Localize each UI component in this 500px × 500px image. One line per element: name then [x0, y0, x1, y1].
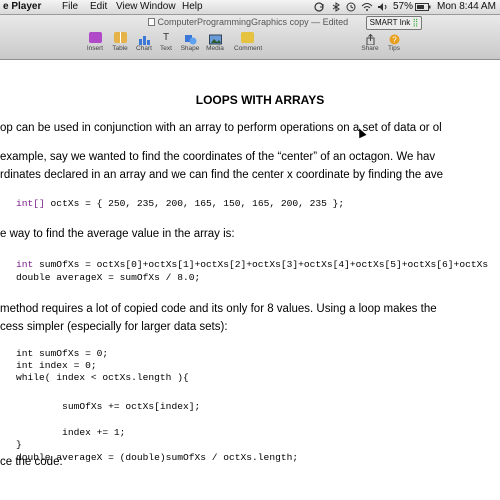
- code-keyword-int-array: int[]: [16, 198, 45, 209]
- battery-percent[interactable]: 57%: [393, 1, 413, 12]
- menu-bar: e Player File Edit View Window Help 57% …: [0, 0, 500, 15]
- loop-code-line-5: sumOfXs += octXs[index];: [16, 401, 201, 412]
- smart-ink-label: SMART Ink: [369, 18, 411, 27]
- loop-code-line-8: }: [16, 439, 22, 450]
- text-icon: T: [162, 32, 170, 43]
- document-toolbar: ComputerProgrammingGraphics copy — Edite…: [0, 15, 500, 60]
- loop-code-line-7: index += 1;: [16, 427, 126, 438]
- battery-icon[interactable]: [415, 3, 431, 11]
- volume-icon[interactable]: [377, 2, 389, 12]
- table-button[interactable]: Table: [107, 32, 133, 56]
- shape-label: Shape: [180, 45, 200, 52]
- shape-icon: [184, 32, 197, 45]
- menu-window[interactable]: Window: [140, 1, 176, 12]
- menu-view[interactable]: View: [116, 1, 138, 12]
- example-paragraph-line1: example, say we wanted to find the coord…: [0, 151, 436, 163]
- tips-label: Tips: [387, 45, 401, 52]
- media-button[interactable]: Media: [202, 32, 228, 56]
- share-button[interactable]: Share: [357, 32, 383, 56]
- page-heading: LOOPS WITH ARRAYS: [195, 93, 325, 107]
- example-paragraph-line2: rdinates declared in an array and we can…: [0, 169, 444, 181]
- media-icon: [208, 32, 222, 45]
- code-sum-body: sumOfXs = octXs[0]+octXs[1]+octXs[2]+oct…: [33, 259, 489, 270]
- comment-label: Comment: [234, 45, 263, 52]
- table-icon: [113, 32, 127, 43]
- chart-icon: [138, 32, 151, 45]
- menu-file[interactable]: File: [62, 1, 78, 12]
- document-name: ComputerProgrammingGraphics copy: [157, 17, 309, 27]
- table-label: Table: [112, 45, 128, 52]
- average-way-paragraph: e way to find the average value in the a…: [0, 228, 235, 240]
- code-keyword-int: int: [16, 259, 34, 270]
- insert-icon: [88, 32, 102, 43]
- share-label: Share: [361, 45, 379, 52]
- svg-text:?: ?: [392, 36, 397, 45]
- wifi-icon[interactable]: [361, 2, 373, 12]
- comment-icon: [240, 32, 254, 43]
- text-label: Text: [160, 45, 172, 52]
- bluetooth-icon[interactable]: [330, 2, 342, 12]
- tips-icon: ?: [388, 32, 401, 45]
- trace-paragraph: ce the code:: [0, 456, 63, 468]
- insert-button[interactable]: Insert: [82, 32, 108, 56]
- sum-code-line: int sumOfXs = octXs[0]+octXs[1]+octXs[2]…: [16, 259, 488, 271]
- shape-button[interactable]: Shape: [177, 32, 203, 56]
- document-status: — Edited: [311, 17, 349, 27]
- loop-code-line-3: while( index < octXs.length ){: [16, 372, 189, 383]
- document-title: ComputerProgrammingGraphics copy — Edite…: [148, 17, 348, 27]
- intro-paragraph: op can be used in conjunction with an ar…: [0, 122, 442, 134]
- sync-icon[interactable]: [312, 2, 326, 12]
- menu-help[interactable]: Help: [182, 1, 203, 12]
- loop-code-line-1: int sumOfXs = 0;: [16, 348, 109, 359]
- text-button[interactable]: T Text: [153, 32, 179, 56]
- method-paragraph-line1: method requires a lot of copied code and…: [0, 303, 437, 315]
- smart-ink-toolbar[interactable]: SMART Ink ⣿: [366, 16, 422, 30]
- share-icon: [364, 32, 377, 46]
- tips-button[interactable]: ? Tips: [381, 32, 407, 56]
- document-canvas[interactable]: LOOPS WITH ARRAYS op can be used in conj…: [0, 60, 500, 500]
- method-paragraph-line2: cess simpler (especially for larger data…: [0, 321, 228, 333]
- time-machine-icon[interactable]: [345, 2, 357, 12]
- menu-edit[interactable]: Edit: [90, 1, 107, 12]
- array-declaration-code: int[] octXs = { 250, 235, 200, 165, 150,…: [16, 198, 344, 210]
- average-code-line: double averageX = sumOfXs / 8.0;: [16, 272, 201, 283]
- document-icon: [148, 18, 155, 26]
- comment-button[interactable]: Comment: [234, 32, 263, 56]
- smart-ink-grip-icon[interactable]: ⣿: [412, 18, 418, 27]
- app-menu[interactable]: e Player: [3, 1, 41, 12]
- menu-clock[interactable]: Mon 8:44 AM: [437, 1, 496, 12]
- code-array-body: octXs = { 250, 235, 200, 165, 150, 165, …: [44, 198, 345, 209]
- loop-code-line-2: int index = 0;: [16, 360, 97, 371]
- media-label: Media: [206, 45, 224, 52]
- insert-label: Insert: [86, 45, 104, 52]
